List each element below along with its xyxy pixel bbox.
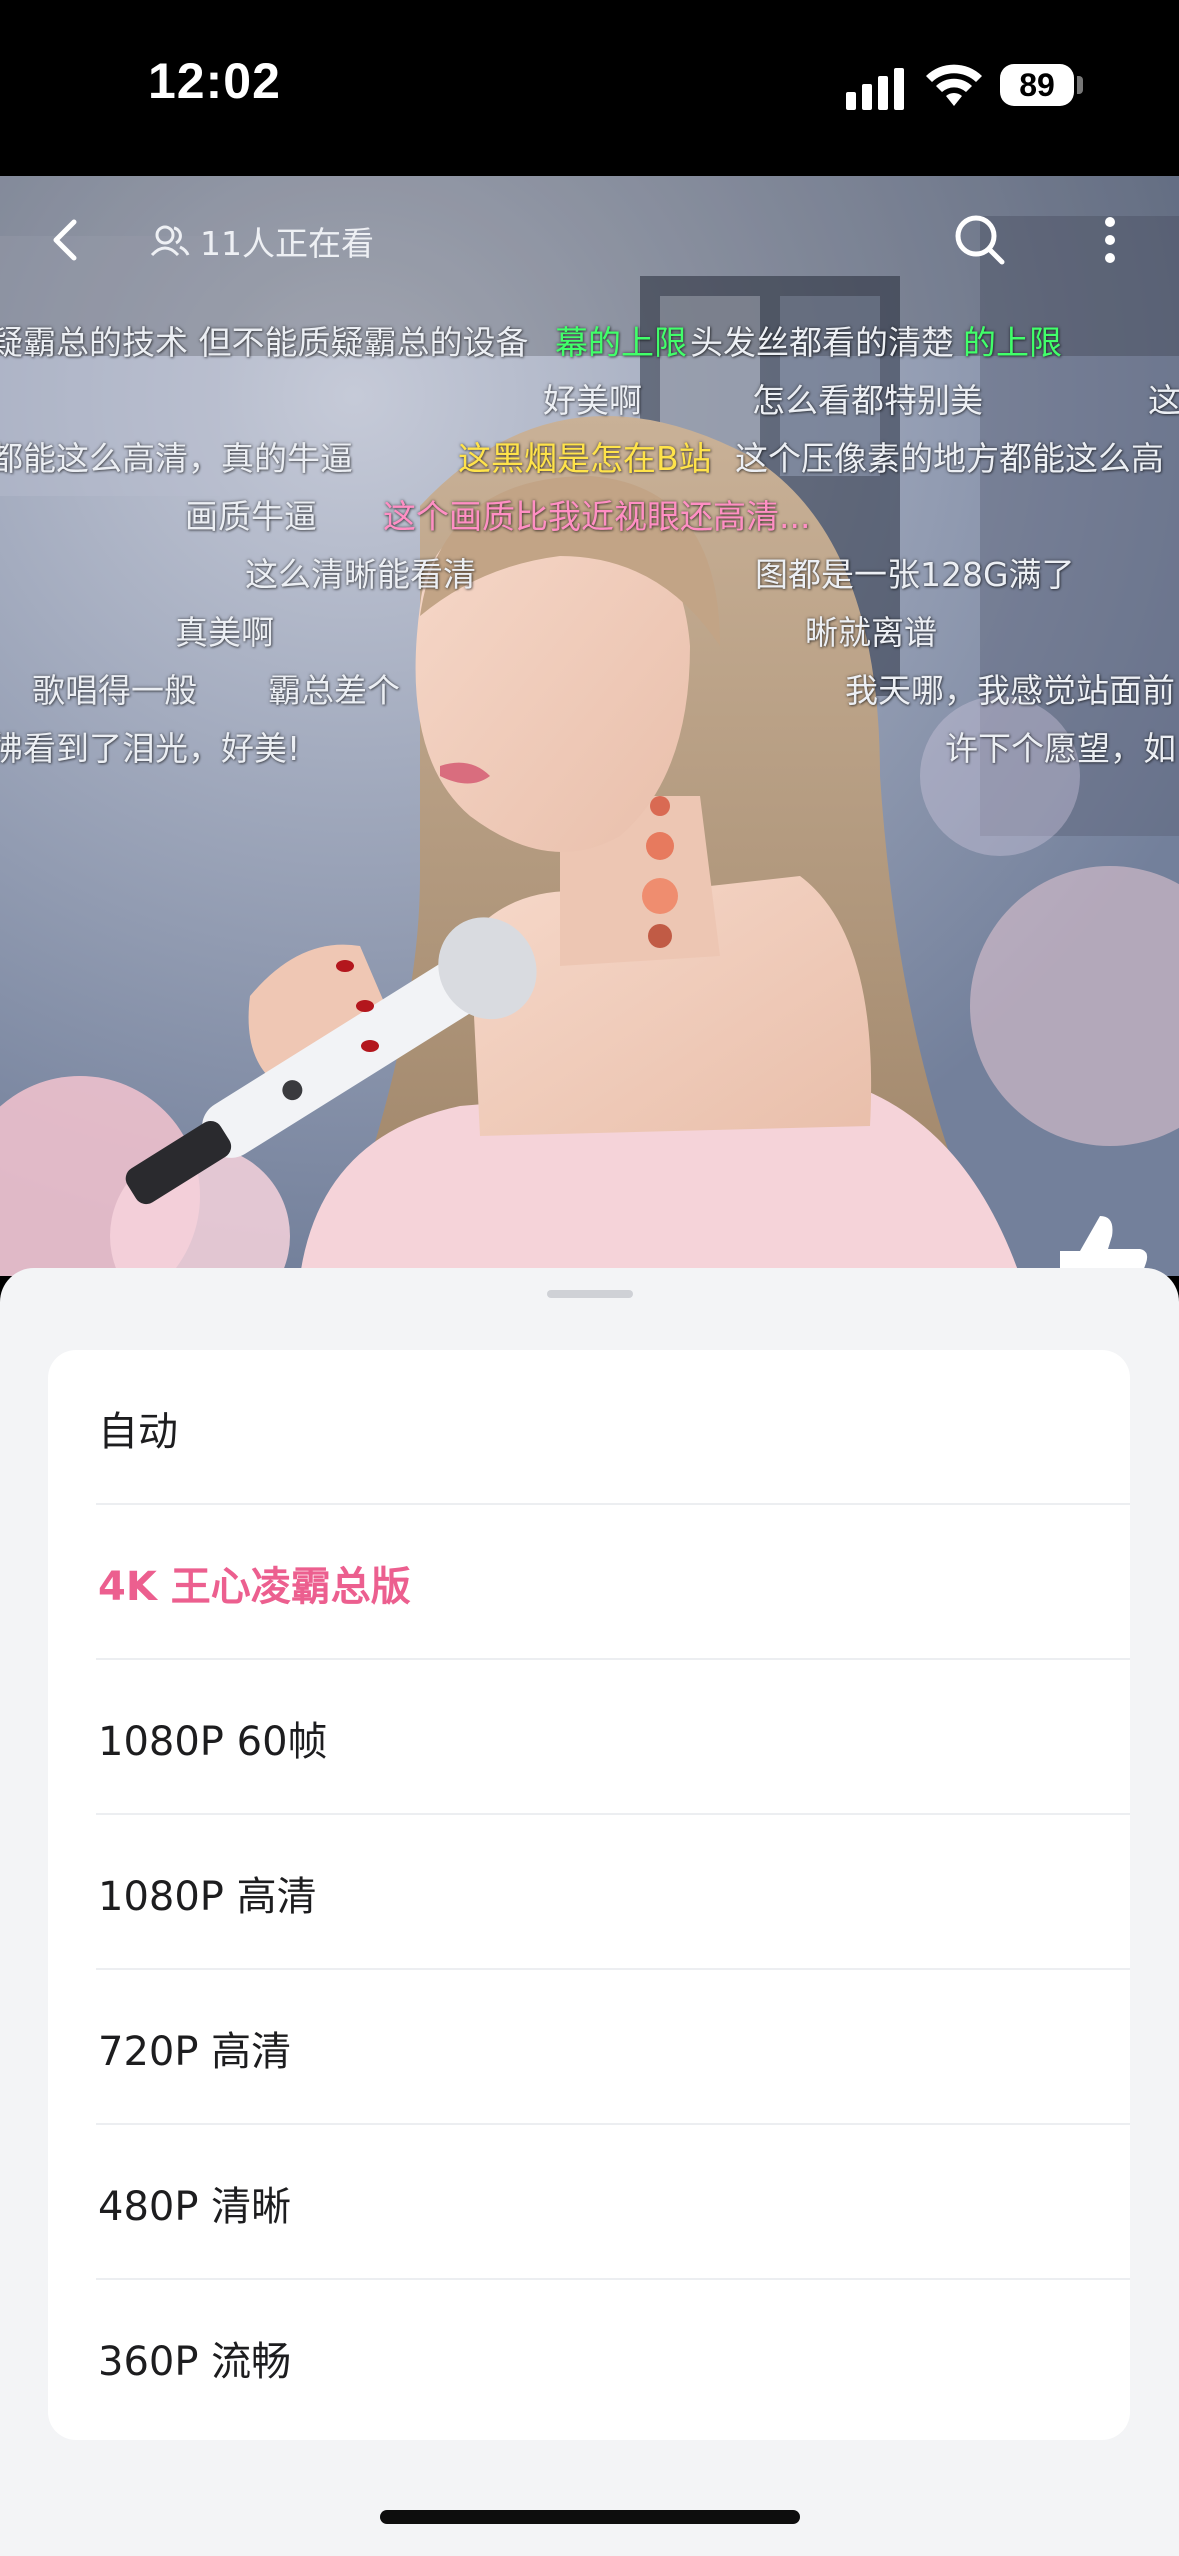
quality-option-label: 1080P 高清 xyxy=(98,1873,317,1920)
danmaku-comment: 这 xyxy=(1148,381,1179,420)
quality-option-label: 4K 王心凌霸总版 xyxy=(98,1563,411,1610)
danmaku-comment: 的上限 xyxy=(963,323,1062,362)
viewers-text: 11人正在看 xyxy=(200,224,374,263)
quality-option-label: 1080P 60帧 xyxy=(98,1718,328,1765)
status-bar: 12:02 89 xyxy=(0,0,1179,176)
danmaku-comment: 图都是一张128G满了 xyxy=(755,555,1075,594)
danmaku-comment: 这黑烟是怎在B站 xyxy=(458,439,712,478)
danmaku-comment: 许下个愿望，如 xyxy=(945,729,1176,768)
danmaku-comment: 这个压像素的地方都能这么高 xyxy=(735,439,1164,478)
danmaku-comment: 好美啊 xyxy=(543,381,642,420)
danmaku-comment: 彿看到了泪光，好美! xyxy=(0,729,301,768)
wifi-icon xyxy=(926,64,982,106)
quality-option-1080p[interactable]: 1080P 高清 xyxy=(48,1815,1130,1970)
quality-option-label: 360P 流畅 xyxy=(98,2338,292,2385)
danmaku-comment: 我天哪，我感觉站面前 xyxy=(845,671,1175,710)
danmaku-comment: 歌唱得一般 xyxy=(32,671,197,710)
viewers-icon xyxy=(150,225,190,257)
danmaku-comment: 疑霸总的技术 但不能质疑霸总的设备 xyxy=(0,323,529,362)
danmaku-comment: 怎么看都特别美 xyxy=(752,381,983,420)
battery-icon: 89 xyxy=(1000,64,1074,106)
battery-nub xyxy=(1077,76,1083,94)
quality-options-list: 自动 4K 王心凌霸总版 1080P 60帧 1080P 高清 720P 高清 … xyxy=(48,1350,1130,2440)
quality-option-720p[interactable]: 720P 高清 xyxy=(48,1970,1130,2125)
danmaku-comment: 晰就离谱 xyxy=(805,613,937,652)
quality-sheet: 自动 4K 王心凌霸总版 1080P 60帧 1080P 高清 720P 高清 … xyxy=(0,1268,1179,2556)
more-icon[interactable] xyxy=(1090,210,1130,270)
quality-option-label: 720P 高清 xyxy=(98,2028,292,2075)
danmaku-comment: 头发丝都看的清楚 xyxy=(690,323,954,362)
danmaku-comment: 这么清晰能看清 xyxy=(245,555,476,594)
quality-option-label: 480P 清晰 xyxy=(98,2183,292,2230)
video-top-bar: 11人正在看 xyxy=(0,176,1179,306)
quality-option-4k[interactable]: 4K 王心凌霸总版 xyxy=(48,1505,1130,1660)
status-time: 12:02 xyxy=(148,53,281,109)
signal-icon xyxy=(846,66,906,110)
back-icon[interactable] xyxy=(36,210,96,270)
quality-option-auto[interactable]: 自动 xyxy=(48,1350,1130,1505)
home-indicator[interactable] xyxy=(380,2510,800,2524)
viewers-count: 11人正在看 xyxy=(150,216,374,266)
quality-option-480p[interactable]: 480P 清晰 xyxy=(48,2125,1130,2280)
quality-option-label: 自动 xyxy=(98,1408,178,1455)
danmaku-comment: 真美啊 xyxy=(175,613,274,652)
search-icon[interactable] xyxy=(950,210,1010,270)
danmaku-comment: 幕的上限 xyxy=(555,323,687,362)
quality-option-1080p60[interactable]: 1080P 60帧 xyxy=(48,1660,1130,1815)
like-icon[interactable] xyxy=(1040,1211,1150,1276)
video-player[interactable]: 11人正在看 疑霸总的技术 但不能质疑霸总的设备 幕的上限 头发丝都看的清楚 的… xyxy=(0,176,1179,1276)
danmaku-comment: 霸总差个 xyxy=(268,671,400,710)
danmaku-comment: 这个画质比我近视眼还高清... xyxy=(383,497,811,536)
quality-option-360p[interactable]: 360P 流畅 xyxy=(48,2280,1130,2435)
battery-level: 89 xyxy=(1019,67,1055,103)
sheet-handle[interactable] xyxy=(547,1290,633,1298)
danmaku-comment: 画质牛逼 xyxy=(185,497,317,536)
danmaku-comment: 都能这么高清，真的牛逼 xyxy=(0,439,353,478)
